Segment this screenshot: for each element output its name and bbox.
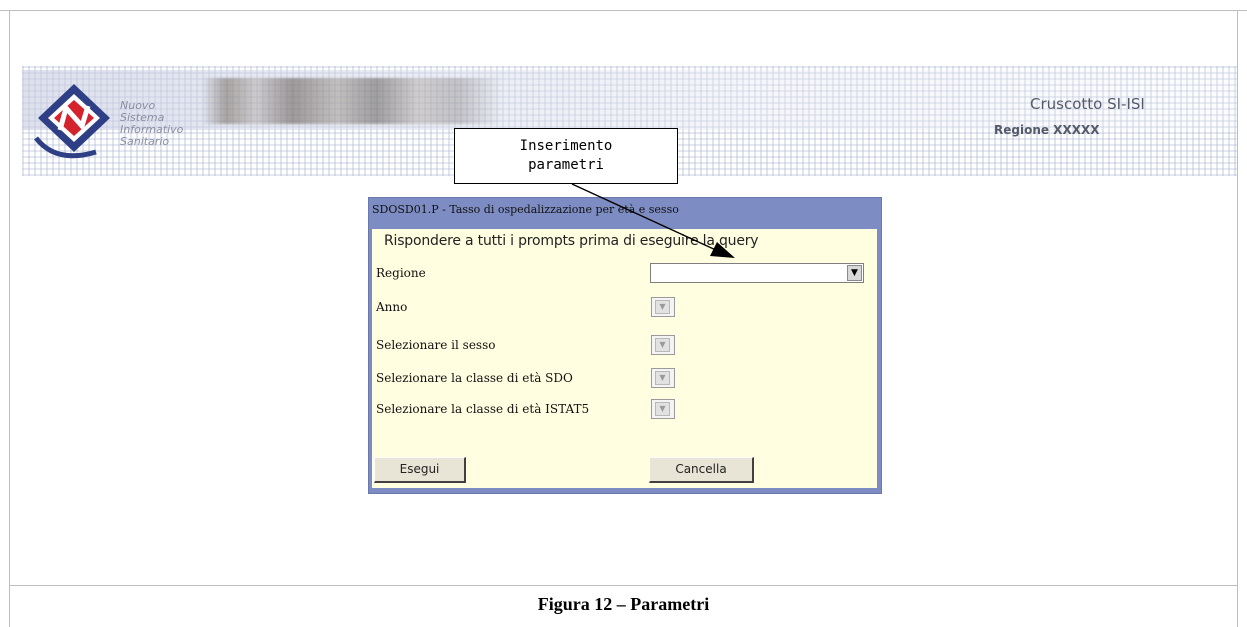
region-label: Regione XXXXX bbox=[994, 123, 1100, 137]
callout-box: Inserimento parametri bbox=[454, 128, 678, 184]
app-title: Cruscotto SI-ISI bbox=[1030, 95, 1145, 113]
classe-eta-sdo-label: Selezionare la classe di età SDO bbox=[376, 371, 573, 385]
frame-right-border bbox=[1237, 10, 1238, 627]
chevron-down-icon[interactable]: ▼ bbox=[847, 265, 862, 281]
sesso-label: Selezionare il sesso bbox=[376, 338, 496, 352]
frame-top-border bbox=[0, 10, 1247, 11]
chevron-down-icon[interactable]: ▼ bbox=[655, 300, 670, 314]
caption-separator bbox=[9, 585, 1238, 586]
chevron-down-icon[interactable]: ▼ bbox=[655, 402, 670, 416]
anno-select[interactable]: ▼ bbox=[651, 297, 675, 317]
anno-label: Anno bbox=[376, 300, 408, 314]
regione-label: Regione bbox=[376, 266, 426, 280]
regione-select[interactable]: ▼ bbox=[650, 263, 864, 283]
cancella-button[interactable]: Cancella bbox=[649, 457, 754, 483]
frame-left-border bbox=[9, 10, 10, 627]
logo-line-4: Sanitario bbox=[120, 135, 170, 148]
classe-eta-sdo-select[interactable]: ▼ bbox=[651, 368, 675, 388]
chevron-down-icon[interactable]: ▼ bbox=[655, 371, 670, 385]
callout-line-2: parametri bbox=[528, 157, 604, 173]
classe-eta-istat5-label: Selezionare la classe di età ISTAT5 bbox=[376, 402, 590, 416]
panel-title: SDOSD01.P - Tasso di ospedalizzazione pe… bbox=[372, 203, 679, 216]
sesso-select[interactable]: ▼ bbox=[651, 335, 675, 355]
chevron-down-icon[interactable]: ▼ bbox=[655, 338, 670, 352]
logo-text: Nuovo Sistema Informativo Sanitario bbox=[120, 100, 183, 148]
nsis-logo-icon bbox=[34, 84, 110, 159]
classe-eta-istat5-select[interactable]: ▼ bbox=[651, 399, 675, 419]
instructions-text: Rispondere a tutti i prompts prima di es… bbox=[384, 233, 759, 249]
esegui-button[interactable]: Esegui bbox=[374, 457, 466, 483]
header-photo-strip bbox=[202, 78, 502, 124]
callout-line-1: Inserimento bbox=[519, 138, 613, 154]
figure-caption: Figura 12 – Parametri bbox=[537, 594, 710, 614]
